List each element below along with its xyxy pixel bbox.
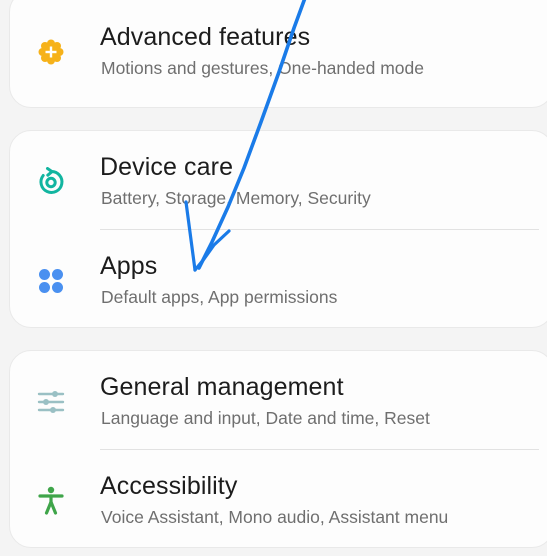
settings-item-subtitle: Voice Assistant, Mono audio, Assistant m… [101,507,449,527]
settings-item-subtitle: Motions and gestures, One-handed mode [101,58,424,78]
settings-item-apps[interactable]: Apps Default apps, App permissions [10,230,547,327]
accessibility-icon [36,486,66,516]
settings-item-title: Advanced features [100,23,311,51]
settings-item-subtitle: Default apps, App permissions [101,287,338,307]
settings-item-subtitle: Battery, Storage, Memory, Security [101,188,371,208]
settings-item-title: Accessibility [100,472,238,500]
settings-item-subtitle: Language and input, Date and time, Reset [101,408,430,428]
settings-item-device-care[interactable]: Device care Battery, Storage, Memory, Se… [10,131,547,230]
general-management-icon [36,387,66,417]
device-care-icon [36,167,66,197]
settings-group-advanced: Advanced features Motions and gestures, … [9,0,547,108]
settings-group-device: Device care Battery, Storage, Memory, Se… [9,130,547,328]
settings-group-general: General management Language and input, D… [9,350,547,548]
apps-icon [36,266,66,296]
settings-item-title: Apps [100,252,158,280]
settings-item-general-management[interactable]: General management Language and input, D… [10,351,547,450]
advanced-features-icon [36,37,66,67]
settings-item-title: General management [100,373,344,401]
settings-item-title: Device care [100,153,234,181]
settings-screen: Advanced features Motions and gestures, … [0,0,547,556]
settings-item-accessibility[interactable]: Accessibility Voice Assistant, Mono audi… [10,450,547,547]
settings-item-advanced-features[interactable]: Advanced features Motions and gestures, … [10,1,547,100]
